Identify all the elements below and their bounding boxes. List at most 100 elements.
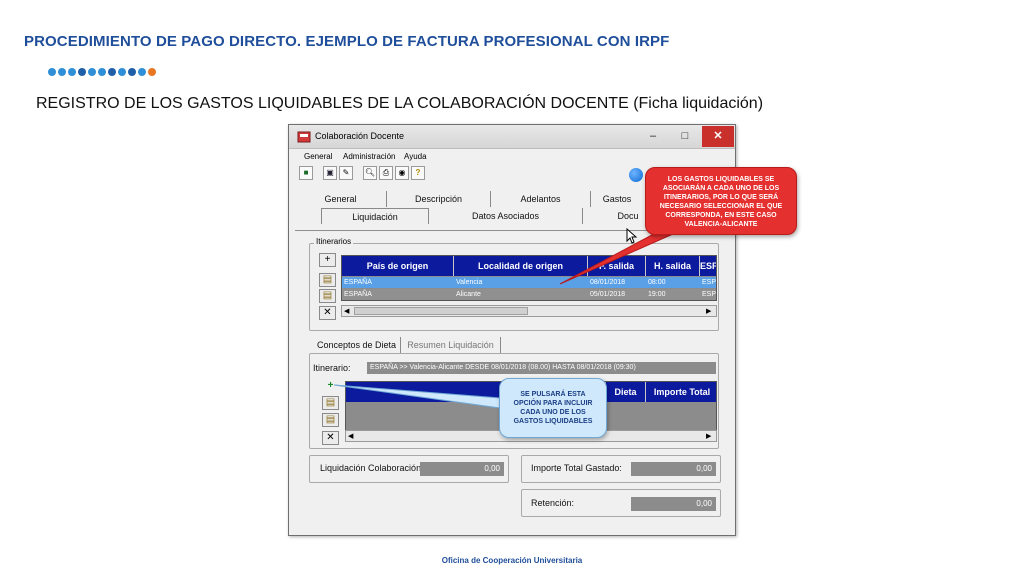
- retencion-value: 0,00: [631, 497, 716, 511]
- edit-gasto-button[interactable]: ▤: [322, 413, 339, 427]
- tab-liquidacion[interactable]: Liquidación: [321, 208, 429, 224]
- maximize-icon: □: [681, 130, 689, 142]
- tab-general[interactable]: General: [295, 191, 387, 207]
- scroll-left-icon[interactable]: ◀: [348, 432, 353, 440]
- edit-itinerary-button[interactable]: ▤: [319, 289, 336, 303]
- delete-x-icon: ✕: [326, 432, 335, 443]
- folder-open-icon: ▤: [325, 397, 336, 408]
- subtabs-row: Conceptos de Dieta Resumen Liquidación: [309, 337, 719, 353]
- minimize-button[interactable]: –: [638, 126, 668, 147]
- exit-icon: ■: [303, 168, 309, 177]
- add-gasto-button[interactable]: +: [322, 379, 339, 393]
- minimize-icon: –: [649, 130, 657, 142]
- open-gasto-button[interactable]: ▤: [322, 396, 339, 410]
- scroll-right-icon[interactable]: ▶: [706, 307, 711, 315]
- close-icon: ✕: [713, 130, 723, 142]
- help-button[interactable]: ?: [411, 166, 425, 180]
- col-importe-total[interactable]: Importe Total: [646, 382, 716, 402]
- save-icon: ▣: [326, 168, 334, 177]
- menu-bar: General Administración Ayuda: [289, 150, 735, 164]
- liquidacion-label: Liquidación Colaboración: [320, 463, 422, 473]
- itinerarios-scrollbar[interactable]: ◀ ▶: [341, 305, 717, 317]
- itinerarios-header: País de origen Localidad de origen F. sa…: [342, 256, 716, 276]
- itinerario-value: ESPAÑA >> Valencia-Alicante DESDE 08/01/…: [367, 362, 716, 374]
- scroll-left-icon[interactable]: ◀: [344, 307, 349, 315]
- edit-icon: ✎: [342, 168, 350, 177]
- cell-pais: ESPAÑA: [344, 291, 372, 298]
- cell-fecha: 08/01/2018: [590, 279, 626, 286]
- mouse-cursor-icon: [626, 228, 638, 244]
- delete-x-icon: ✕: [323, 307, 332, 318]
- maximize-button[interactable]: □: [670, 126, 700, 147]
- delete-gasto-button[interactable]: ✕: [322, 431, 339, 445]
- slide-subtitle: REGISTRO DE LOS GASTOS LIQUIDABLES DE LA…: [36, 95, 764, 112]
- folder-edit-icon: ▤: [325, 414, 336, 425]
- scroll-thumb[interactable]: [354, 307, 528, 315]
- globe-icon[interactable]: [629, 168, 643, 182]
- menu-administracion[interactable]: Administración: [343, 152, 395, 161]
- decorative-dot: [78, 68, 86, 76]
- col-fecha-salida[interactable]: F. salida: [588, 256, 646, 276]
- binoculars-icon: ◉: [398, 168, 406, 177]
- add-expense-callout: SE PULSARÁ ESTA OPCIÓN PARA INCLUIR CADA…: [499, 378, 607, 438]
- cell-localidad: Valencia: [456, 279, 483, 286]
- cell-extra: ESP: [702, 291, 717, 298]
- slide-footer: Oficina de Cooperación Universitaria: [441, 556, 583, 565]
- folder-edit-icon: ▤: [322, 290, 333, 301]
- cell-fecha: 05/01/2018: [590, 291, 626, 298]
- cell-hora: 19:00: [648, 291, 666, 298]
- window-title: Colaboración Docente: [315, 131, 405, 141]
- tab-adelantos[interactable]: Adelantos: [491, 191, 591, 207]
- decorative-dot: [108, 68, 116, 76]
- decorative-dot: [58, 68, 66, 76]
- binoculars-button[interactable]: ◉: [395, 166, 409, 180]
- subtab-resumen-liquidacion[interactable]: Resumen Liquidación: [401, 337, 501, 353]
- close-button[interactable]: ✕: [702, 126, 734, 147]
- folder-open-icon: ▤: [322, 274, 333, 285]
- slide: PROCEDIMIENTO DE PAGO DIRECTO. EJEMPLO D…: [0, 0, 1024, 576]
- retencion-label: Retención:: [531, 498, 575, 508]
- cell-localidad: Alicante: [456, 291, 481, 298]
- delete-itinerary-button[interactable]: ✕: [319, 306, 336, 320]
- cell-pais: ESPAÑA: [344, 279, 372, 286]
- preview-button[interactable]: 🔍︎: [363, 166, 377, 180]
- itinerario-label: Itinerario:: [313, 363, 351, 373]
- help-icon: ?: [415, 168, 421, 177]
- plus-icon: +: [324, 254, 331, 265]
- edit-button[interactable]: ✎: [339, 166, 353, 180]
- decorative-dots: [48, 68, 156, 76]
- scroll-right-icon[interactable]: ▶: [706, 432, 711, 440]
- exit-button[interactable]: ■: [299, 166, 313, 180]
- liquidacion-value: 0,00: [420, 462, 504, 476]
- tab-datos-asociados[interactable]: Datos Asociados: [429, 208, 583, 224]
- decorative-dot: [138, 68, 146, 76]
- col-dieta[interactable]: Dieta: [606, 382, 646, 402]
- subtab-conceptos-dieta[interactable]: Conceptos de Dieta: [313, 337, 401, 353]
- tab-descripcion[interactable]: Descripción: [387, 191, 491, 207]
- decorative-dot: [88, 68, 96, 76]
- menu-general[interactable]: General: [304, 152, 332, 161]
- table-row[interactable]: ESPAÑA Valencia 08/01/2018 08:00 ESP: [342, 277, 716, 288]
- decorative-dot: [68, 68, 76, 76]
- add-itinerary-button[interactable]: +: [319, 253, 336, 267]
- col-localidad-origen[interactable]: Localidad de origen: [454, 256, 588, 276]
- menu-ayuda[interactable]: Ayuda: [404, 152, 427, 161]
- print-button[interactable]: ⎙: [379, 166, 393, 180]
- plus-icon: +: [327, 380, 334, 391]
- col-hora-salida[interactable]: H. salida: [646, 256, 700, 276]
- window-titlebar[interactable]: Colaboración Docente – □ ✕: [289, 125, 735, 149]
- preview-icon: 🔍︎: [364, 168, 376, 177]
- toolbar: ■ ▣ ✎ 🔍︎ ⎙ ◉ ?: [299, 166, 425, 182]
- col-pais-origen[interactable]: País de origen: [342, 256, 454, 276]
- decorative-dot: [48, 68, 56, 76]
- decorative-dot: [128, 68, 136, 76]
- save-button[interactable]: ▣: [323, 166, 337, 180]
- importe-value: 0,00: [631, 462, 716, 476]
- col-extra[interactable]: ESP: [700, 256, 716, 276]
- itinerarios-label: Itinerarios: [314, 237, 354, 246]
- itinerary-selection-callout: LOS GASTOS LIQUIDABLES SE ASOCIARÁN A CA…: [645, 167, 797, 235]
- table-row[interactable]: ESPAÑA Alicante 05/01/2018 19:00 ESP: [342, 289, 717, 300]
- tab-gastos[interactable]: Gastos: [591, 191, 643, 207]
- open-itinerary-button[interactable]: ▤: [319, 273, 336, 287]
- decorative-dot: [148, 68, 156, 76]
